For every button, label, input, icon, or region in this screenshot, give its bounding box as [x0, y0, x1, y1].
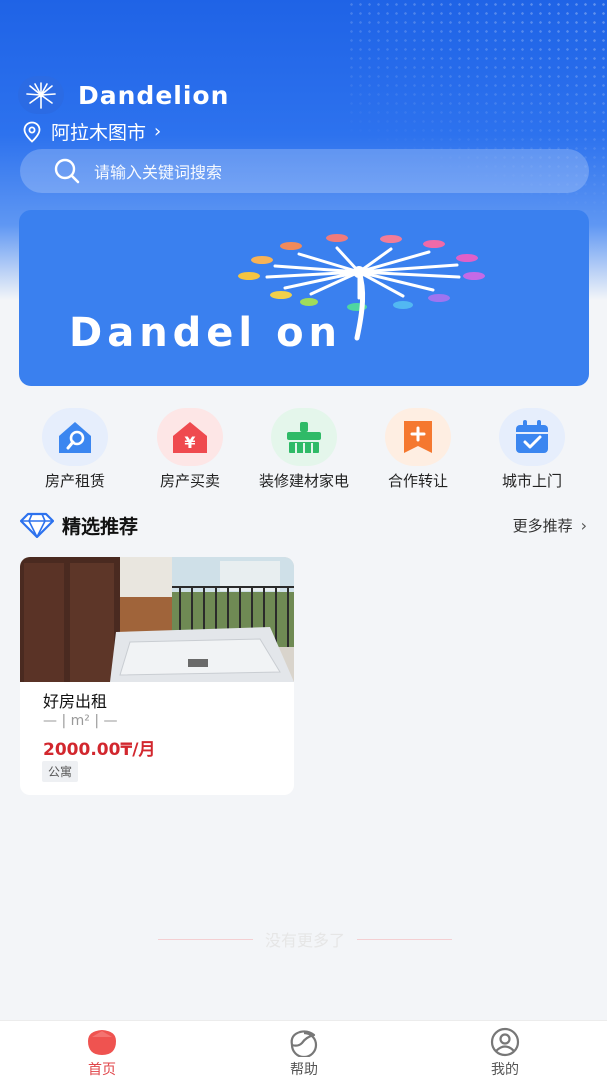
category-cooperation-transfer[interactable]: 合作转让: [363, 408, 473, 490]
tab-label: 我的: [491, 1062, 519, 1078]
end-of-list-note: 没有更多了: [158, 928, 453, 950]
search-bar[interactable]: 请输入关键词搜索: [20, 149, 589, 193]
search-input[interactable]: 请输入关键词搜索: [94, 159, 222, 183]
dandelion-logo-icon: [18, 76, 64, 114]
end-of-list-text: 没有更多了: [265, 931, 346, 950]
more-label: 更多推荐: [512, 516, 573, 535]
category-label: 城市上门: [501, 472, 562, 490]
category-renovation[interactable]: 装修建材家电: [249, 408, 359, 490]
bottom-tab-bar: 首页 帮助 我的: [0, 1020, 607, 1080]
profile-icon: [487, 1027, 523, 1057]
listing-tag: 公寓: [42, 761, 79, 782]
chevron-right-icon: ›: [580, 515, 587, 535]
banner-logo-text: Dandel on: [69, 310, 342, 356]
section-title: 精选推荐: [62, 515, 139, 538]
listing-meta: — | m² | —: [43, 713, 118, 729]
paint-brush-icon: [271, 408, 337, 466]
calendar-check-icon: [499, 408, 565, 466]
city-name: 阿拉木图市: [51, 122, 147, 144]
listing-price: 2000.00₸/月: [43, 740, 156, 760]
category-label: 房产租赁: [44, 472, 105, 490]
tab-home[interactable]: 首页: [62, 1027, 142, 1079]
tab-label: 首页: [88, 1062, 116, 1078]
divider: [357, 938, 453, 940]
diamond-icon: [20, 512, 54, 538]
help-icon: [286, 1027, 322, 1057]
location-pin-icon: [23, 121, 41, 143]
category-house-rental[interactable]: 房产租赁: [20, 408, 130, 490]
category-grid: 房产租赁 ¥ 房产买卖 装修建材家电 合作转让 城市上门: [0, 408, 607, 508]
city-selector[interactable]: 阿拉木图市 ›: [22, 118, 161, 145]
brand-name: Dandelion: [78, 80, 230, 110]
chevron-right-icon: ›: [154, 121, 162, 142]
tab-help[interactable]: 帮助: [264, 1027, 344, 1079]
category-city-service[interactable]: 城市上门: [477, 408, 587, 490]
category-label: 房产买卖: [159, 472, 220, 490]
tab-profile[interactable]: 我的: [465, 1027, 545, 1079]
category-label: 装修建材家电: [258, 472, 349, 490]
promo-banner[interactable]: Dandel on: [19, 210, 589, 386]
category-label: 合作转让: [387, 472, 448, 490]
dandelion-banner-illustration: Dandel on: [69, 234, 485, 356]
house-yen-icon: ¥: [157, 408, 223, 466]
brand-row: Dandelion: [18, 76, 229, 114]
listing-card[interactable]: 好房出租 — | m² | — 2000.00₸/月 公寓: [20, 557, 294, 795]
home-icon: [84, 1027, 120, 1057]
header-dot-pattern: [347, 0, 607, 240]
plus-note-icon: [385, 408, 451, 466]
search-icon: [54, 158, 80, 184]
tab-label: 帮助: [290, 1062, 318, 1078]
featured-section-header: 精选推荐 更多推荐 ›: [20, 511, 587, 539]
divider: [158, 938, 253, 940]
listing-title: 好房出租: [43, 692, 108, 711]
svg-text:¥: ¥: [184, 433, 195, 452]
listing-photo: [20, 557, 294, 682]
house-search-icon: [42, 408, 108, 466]
category-house-sale[interactable]: ¥ 房产买卖: [135, 408, 245, 490]
more-recommendations-link[interactable]: 更多推荐 ›: [513, 515, 587, 536]
